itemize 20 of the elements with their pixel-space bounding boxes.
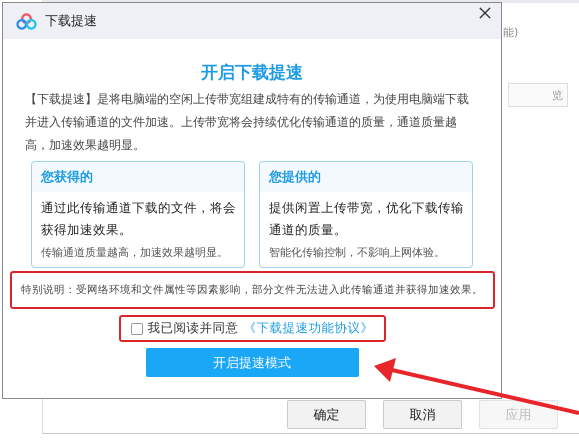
card-title: 您提供的 (269, 169, 321, 186)
card-title: 您获得的 (41, 169, 93, 186)
enable-button[interactable]: 开启提速模式 (146, 348, 358, 377)
partial-button[interactable]: 览 (508, 83, 568, 107)
agreement-checkbox[interactable] (130, 322, 142, 334)
dialog-heading: 开启下载提速 (201, 62, 303, 84)
note-text: 特别说明：受网络环境和文件属性等因素影响，部分文件无法进入此传输通道并获得加速效果。 (21, 283, 483, 297)
close-icon[interactable] (479, 7, 491, 19)
dialog-button[interactable]: 确定 (287, 400, 366, 429)
agreement-label: 我已阅读并同意 (148, 320, 238, 337)
partial-label: 能) (503, 25, 518, 40)
window-title: 下载提速 (45, 13, 98, 30)
card-footnote: 传输通道质量越高，加速效果越明显。 (40, 245, 229, 260)
card-text: 通过此传输通道下载的文件，将会获得加速效果。 (40, 199, 237, 239)
agreement-link[interactable]: 《下载提速功能协议》 (244, 320, 374, 337)
cloud-logo-icon (16, 12, 37, 30)
dialog-button[interactable]: 取消 (383, 400, 462, 429)
card-footnote: 智能化传输控制，不影响上网体验。 (268, 245, 446, 260)
card-text: 提供闲置上传带宽，优化下载传输通道的质量。 (268, 199, 465, 239)
description-text: 【下载提速】是将电脑端的空闲上传带宽组建成特有的传输通道，为使用电脑端下载并进入传输通道的文件加速。上传带宽将会持续优化传输通道的质量，通道质量越高，加速效果越明显。 (24, 91, 470, 154)
